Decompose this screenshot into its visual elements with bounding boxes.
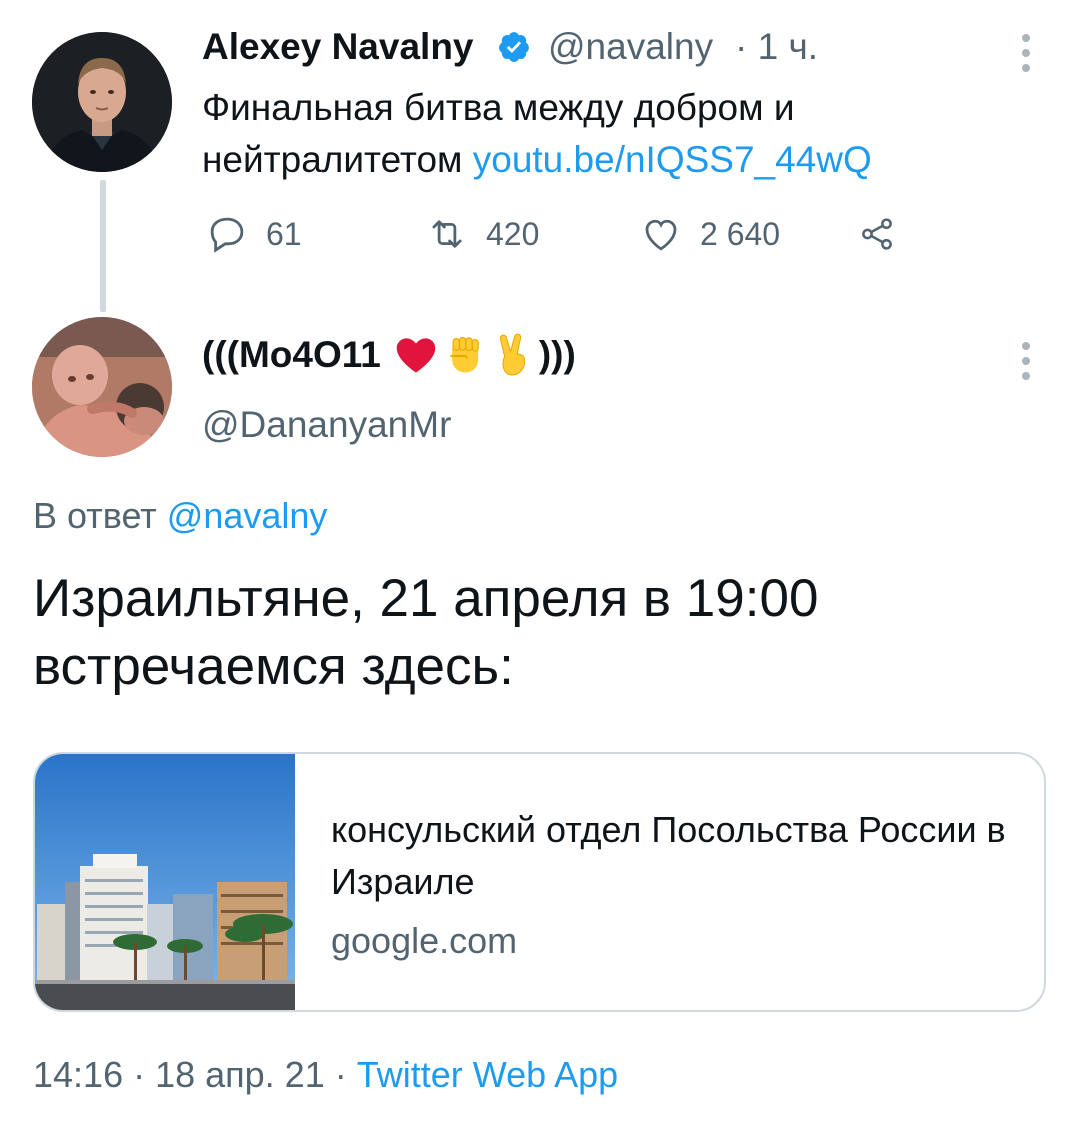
victory-hand-emoji-icon — [499, 333, 526, 376]
card-image — [35, 754, 295, 1010]
avatar[interactable] — [32, 32, 172, 172]
like-count: 2 640 — [700, 215, 781, 252]
replying-to: В ответ @navalny — [33, 493, 327, 539]
author-name[interactable]: (((Мо4О11 ))) — [202, 332, 576, 378]
share-button[interactable] — [858, 212, 896, 256]
tweet-text: Израильтяне, 21 апреля в 19:00 встречаем… — [33, 569, 819, 696]
red-heart-emoji-icon — [396, 338, 436, 373]
share-icon — [862, 218, 892, 250]
card-title: консульский отдел Посольства России в Из… — [331, 809, 1006, 902]
card-domain: google.com — [331, 920, 518, 961]
time-separator: · — [735, 26, 748, 67]
time-text: 1 ч. — [757, 26, 819, 67]
retweet-count: 420 — [486, 215, 540, 252]
verified-badge-icon — [497, 30, 531, 64]
tweet-time[interactable]: 14:16 — [33, 1054, 123, 1095]
author-name-text-close: ))) — [538, 334, 576, 375]
tweet-link[interactable]: youtu.be/nIQSS7_44wQ — [473, 139, 872, 180]
name-emojis — [395, 333, 533, 377]
retweet-icon — [432, 220, 462, 248]
handle-text: @navalny — [548, 26, 714, 67]
kebab-menu-icon[interactable] — [1022, 342, 1032, 387]
reply-count: 61 — [266, 215, 302, 252]
author-name-text: (((Мо4О11 — [202, 334, 381, 375]
raised-fist-emoji-icon — [450, 336, 479, 373]
meta-separator: · — [123, 1054, 156, 1095]
replying-to-link[interactable]: @navalny — [167, 495, 328, 536]
thread-connector-line — [100, 180, 106, 312]
avatar[interactable] — [32, 317, 172, 457]
like-button[interactable]: 2 640 — [640, 212, 780, 256]
tweet-meta: 14:16 · 18 апр. 21 · Twitter Web App — [33, 1052, 618, 1098]
meta-separator: · — [324, 1054, 357, 1095]
tweet-text: Финальная битва между добром и нейтралите… — [202, 82, 1002, 186]
reply-icon — [210, 217, 244, 253]
tweet-date[interactable]: 18 апр. 21 — [155, 1054, 325, 1095]
tweet-text-line1: Финальная битва между добром и — [202, 87, 795, 128]
author-name[interactable]: Alexey Navalny — [202, 24, 474, 70]
tweet-source-link[interactable]: Twitter Web App — [357, 1054, 618, 1095]
kebab-menu-icon[interactable] — [1022, 34, 1032, 79]
like-icon — [645, 219, 677, 251]
tweet-text-line2: нейтралитетом — [202, 139, 473, 180]
tweet-time[interactable]: · 1 ч. — [735, 24, 818, 70]
author-handle[interactable]: @DananyanMr — [202, 402, 451, 448]
author-handle[interactable]: @navalny — [548, 24, 713, 70]
retweet-button[interactable]: 420 — [426, 212, 539, 256]
reply-button[interactable]: 61 — [206, 212, 302, 256]
replying-prefix: В ответ — [33, 495, 167, 536]
link-card[interactable]: консульский отдел Посольства России в Из… — [33, 752, 1046, 1012]
